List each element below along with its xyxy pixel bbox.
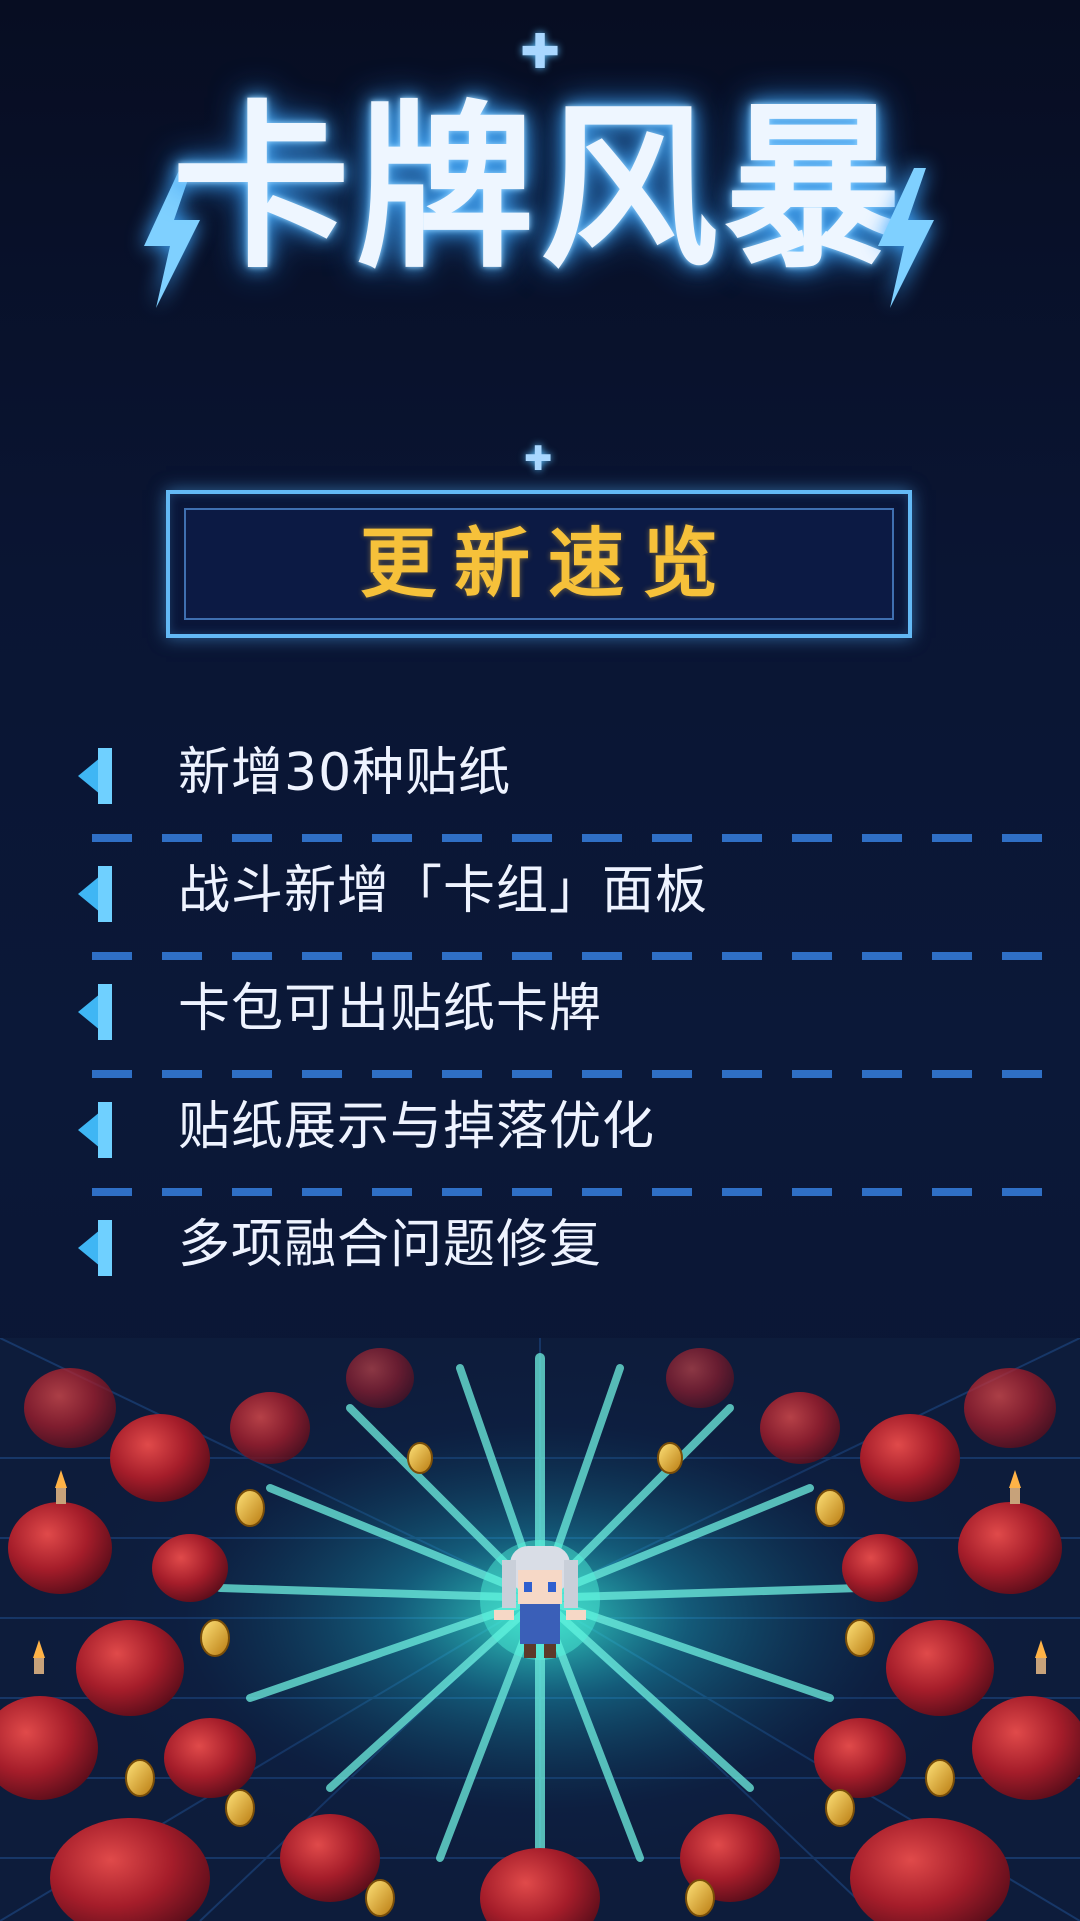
triangle-bullet-icon (78, 1102, 112, 1158)
list-item-label: 卡包可出贴纸卡牌 (178, 979, 603, 1039)
lightning-bolt-icon (878, 168, 934, 308)
list-item-label: 新增30种贴纸 (178, 743, 512, 803)
list-item: 卡包可出贴纸卡牌 (78, 956, 1042, 1078)
update-poster: ✚ 卡牌风暴 ✚ 更新速览 新增30种贴纸 战斗新增「卡组」面板 卡包可出贴纸卡… (0, 0, 1080, 1921)
list-item: 多项融合问题修复 (78, 1192, 998, 1310)
section-title: 更新速览 (360, 519, 736, 608)
list-item: 贴纸展示与掉落优化 (78, 1074, 1042, 1196)
triangle-bullet-icon (78, 984, 112, 1040)
sparkle-icon: ✚ (520, 24, 561, 80)
update-list: 新增30种贴纸 战斗新增「卡组」面板 卡包可出贴纸卡牌 贴纸展示与掉落优化 多项… (78, 720, 1042, 1310)
battle-scene-illustration (0, 1338, 1080, 1921)
section-header-inner: 更新速览 (184, 508, 894, 620)
list-item-label: 战斗新增「卡组」面板 (178, 861, 709, 921)
triangle-bullet-icon (78, 866, 112, 922)
list-item: 新增30种贴纸 (78, 720, 1042, 842)
triangle-bullet-icon (78, 1220, 112, 1276)
triangle-bullet-icon (78, 748, 112, 804)
section-header: 更新速览 (166, 490, 912, 638)
sparkle-icon: ✚ (524, 439, 553, 479)
list-item-label: 贴纸展示与掉落优化 (178, 1097, 656, 1157)
list-item-label: 多项融合问题修复 (178, 1215, 603, 1275)
list-item: 战斗新增「卡组」面板 (78, 838, 1042, 960)
battle-scene-artwork (0, 1338, 1080, 1921)
